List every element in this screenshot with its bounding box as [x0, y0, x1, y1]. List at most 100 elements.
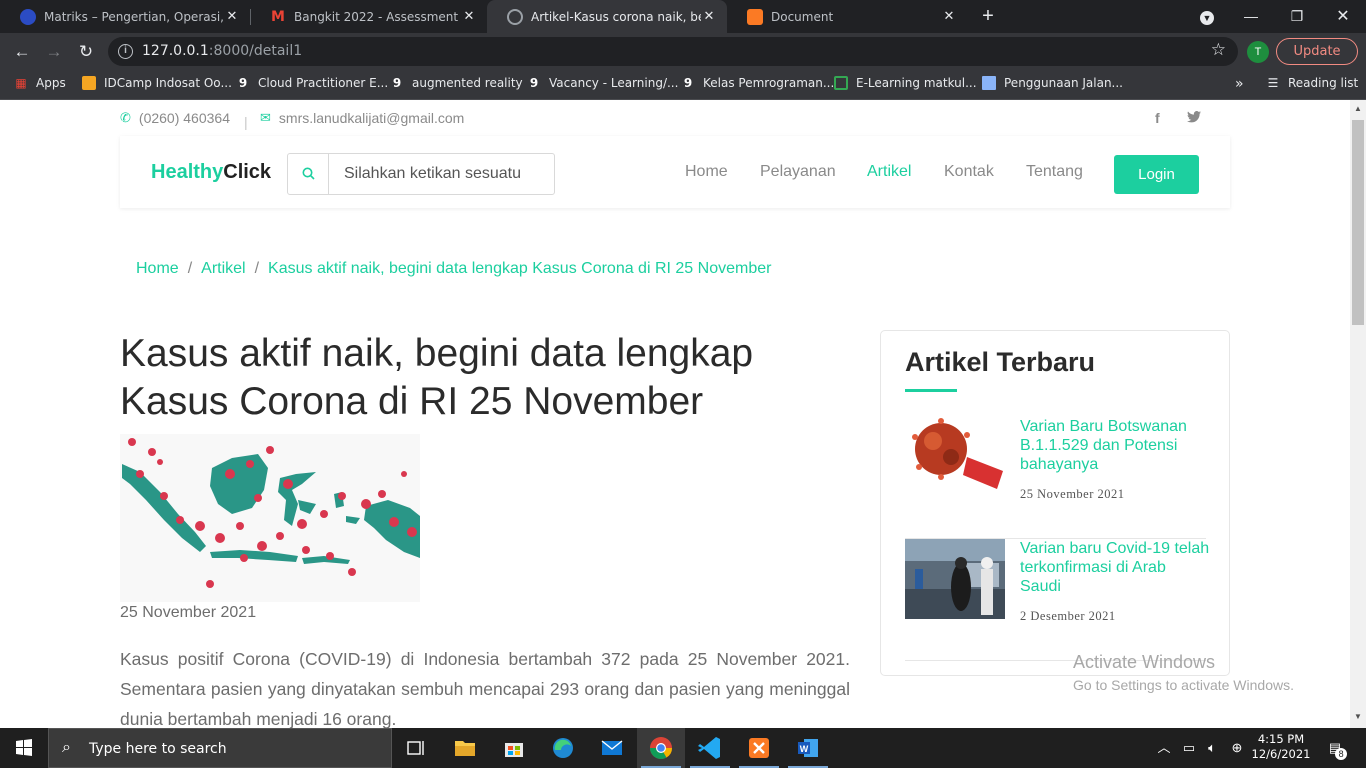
search-button[interactable] [288, 154, 329, 194]
notifications-button[interactable]: ▤ 8 [1320, 728, 1350, 768]
update-button[interactable]: Update [1276, 38, 1358, 65]
sidebar-article-title[interactable]: Varian baru Covid-19 telah terkonfirmasi… [1020, 539, 1210, 596]
close-icon[interactable]: ✕ [701, 9, 717, 24]
dicoding-d-icon: 9 [238, 76, 248, 90]
minimize-button[interactable]: — [1228, 0, 1274, 33]
bookmark-elearning[interactable]: E-Learning matkul... [834, 76, 977, 90]
bookmark-augmented-reality[interactable]: 9 augmented reality [390, 76, 523, 90]
sidebar-article-date: 25 November 2021 [1020, 487, 1125, 501]
taskbar-clock[interactable]: 4:15 PM 12/6/2021 [1250, 732, 1312, 762]
scroll-up-arrow[interactable]: ▲ [1354, 104, 1362, 113]
tab-title: Matriks – Pengertian, Operasi, De [44, 9, 224, 24]
bookmark-apps[interactable]: ▦ Apps [14, 76, 65, 90]
mail-app[interactable] [588, 728, 636, 768]
store-app[interactable] [490, 728, 538, 768]
reading-list-button[interactable]: ☰ Reading list [1266, 76, 1359, 90]
bookmark-cloud-practitioner[interactable]: 9 Cloud Practitioner E... [236, 76, 388, 90]
sidebar-article-item[interactable]: Varian baru Covid-19 telah terkonfirmasi… [905, 539, 1209, 661]
windows-taskbar: ⌕ Type here to search W ︿ ▭ 🔈︎ ⊕ 4:15 PM… [0, 728, 1366, 768]
envelope-icon: ✉ [260, 110, 271, 125]
more-bookmarks-button[interactable]: » [1235, 76, 1244, 92]
bookmarks-bar: ▦ Apps IDCamp Indosat Oo... 9 Cloud Prac… [0, 70, 1366, 100]
close-icon[interactable]: ✕ [941, 9, 957, 24]
breadcrumb-home[interactable]: Home [136, 260, 179, 277]
sidebar-article-item[interactable]: Varian Baru Botswanan B.1.1.529 dan Pote… [905, 417, 1206, 539]
bookmark-penggunaan-jalan[interactable]: Penggunaan Jalan... [982, 76, 1123, 90]
nav-home[interactable]: Home [685, 163, 728, 181]
brand-logo[interactable]: HealthyClick [151, 161, 271, 184]
nav-pelayanan[interactable]: Pelayanan [760, 163, 836, 181]
address-bar[interactable]: i 127.0.0.1:8000/detail1 ☆ [108, 37, 1238, 66]
facebook-icon[interactable]: f [1155, 110, 1160, 126]
breadcrumb-divider: / [254, 260, 260, 277]
page-viewport: ✆ (0260) 460364 | ✉ smrs.lanudkalijati@g… [0, 100, 1350, 728]
nav-tentang[interactable]: Tentang [1026, 163, 1083, 181]
tab-search-button[interactable]: ▼ [1184, 0, 1230, 33]
sidebar-article-date: 2 Desember 2021 [1020, 609, 1116, 623]
latest-articles-panel: Artikel Terbaru Varian Baru Botswanan B.… [880, 330, 1230, 676]
bookmark-kelas-pemrograman[interactable]: 9 Kelas Pemrograman... [681, 76, 834, 90]
nav-kontak[interactable]: Kontak [944, 163, 994, 181]
virus-thumbnail [905, 417, 1005, 497]
login-button[interactable]: Login [1114, 155, 1199, 194]
page-scrollbar[interactable]: ▲ ▼ [1350, 100, 1366, 728]
taskbar-search[interactable]: ⌕ Type here to search [48, 728, 392, 768]
phone-contact: ✆ (0260) 460364 [120, 110, 230, 126]
scroll-down-arrow[interactable]: ▼ [1354, 712, 1362, 721]
dicoding-d-icon: 9 [529, 76, 539, 90]
nav-artikel[interactable]: Artikel [867, 163, 911, 181]
search-input[interactable] [330, 154, 554, 194]
file-explorer-app[interactable] [441, 728, 489, 768]
close-window-button[interactable]: ✕ [1320, 0, 1366, 33]
vscode-app[interactable] [686, 728, 734, 768]
show-hidden-icons-button[interactable]: ︿ [1155, 728, 1173, 768]
restore-button[interactable]: ❐ [1274, 0, 1320, 33]
search-icon [302, 167, 315, 180]
apps-grid-icon: ▦ [15, 76, 27, 90]
tab-matriks[interactable]: Matriks – Pengertian, Operasi, De ✕ [0, 0, 250, 33]
tab-document[interactable]: Document ✕ [727, 0, 967, 33]
twitter-icon[interactable] [1187, 110, 1201, 126]
new-tab-button[interactable]: + [976, 4, 1000, 28]
breadcrumb-artikel[interactable]: Artikel [201, 260, 245, 277]
task-view-icon [407, 741, 424, 755]
search-box [287, 153, 555, 195]
dicoding-d-icon: 9 [683, 76, 693, 90]
word-app[interactable]: W [784, 728, 832, 768]
xampp-icon [747, 8, 763, 25]
document-icon [982, 76, 996, 90]
xampp-icon [749, 738, 769, 758]
task-view-button[interactable] [392, 728, 440, 768]
tab-bangkit[interactable]: M Bangkit 2022 - Assessment - ttan ✕ [250, 0, 487, 33]
word-icon: W [798, 739, 818, 757]
bookmark-vacancy[interactable]: 9 Vacancy - Learning/... [527, 76, 679, 90]
close-icon[interactable]: ✕ [461, 9, 477, 24]
globe-icon [507, 8, 523, 25]
battery-icon[interactable]: ▭ [1178, 728, 1200, 768]
tab-title: Bangkit 2022 - Assessment - ttan [294, 9, 461, 24]
reload-icon: ↻ [78, 42, 94, 61]
chrome-icon [650, 737, 672, 759]
tab-artikel[interactable]: Artikel-Kasus corona naik, begini ✕ [487, 0, 727, 33]
reload-button[interactable]: ↻ [73, 39, 99, 65]
close-icon[interactable]: ✕ [224, 9, 240, 24]
network-globe-icon[interactable]: ⊕ [1226, 728, 1248, 768]
chevron-up-icon: ︿ [1157, 740, 1171, 755]
forward-button[interactable]: → [41, 39, 67, 65]
info-icon[interactable]: i [118, 44, 133, 59]
tab-title: Artikel-Kasus corona naik, begini [531, 9, 701, 24]
xampp-app[interactable] [735, 728, 783, 768]
back-button[interactable]: ← [9, 39, 35, 65]
bookmark-star-icon[interactable]: ☆ [1211, 40, 1226, 60]
chrome-app[interactable] [637, 728, 685, 768]
edge-app[interactable] [539, 728, 587, 768]
bookmark-idcamp[interactable]: IDCamp Indosat Oo... [82, 76, 232, 90]
email-contact: ✉ smrs.lanudkalijati@gmail.com [260, 110, 465, 126]
profile-avatar[interactable]: T [1247, 41, 1269, 63]
start-button[interactable] [0, 728, 48, 768]
scroll-thumb[interactable] [1352, 120, 1364, 325]
url-text[interactable]: 127.0.0.1:8000/detail1 [142, 43, 302, 59]
volume-icon[interactable]: 🔈︎ [1201, 728, 1223, 768]
sidebar-article-title[interactable]: Varian Baru Botswanan B.1.1.529 dan Pote… [1020, 417, 1210, 474]
chevron-down-icon: ▼ [1200, 11, 1214, 25]
